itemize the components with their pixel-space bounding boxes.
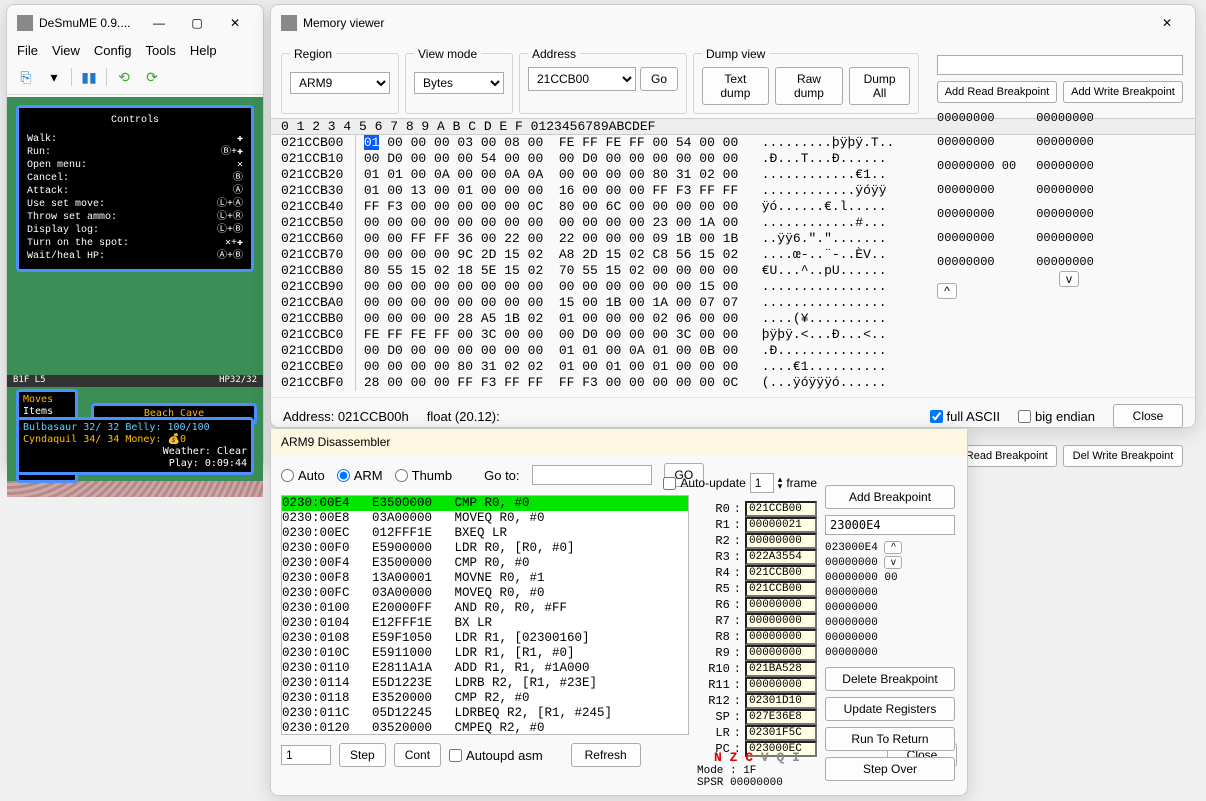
bp-search-input[interactable] <box>937 55 1183 75</box>
mode-arm-radio[interactable]: ARM <box>337 468 383 483</box>
step-count-input[interactable] <box>281 745 331 765</box>
pause-icon[interactable]: ▮▮ <box>78 66 100 88</box>
breakpoint-panel: Add Read Breakpoint Add Write Breakpoint… <box>937 55 1183 475</box>
game-status: Bulbasaur 32/ 32 Belly: 100/100 Cyndaqui… <box>16 417 254 475</box>
disasm-titlebar: ARM9 Disassembler <box>271 429 967 455</box>
emulator-titlebar: DeSmuME 0.9.... — ▢ ✕ <box>7 5 263 41</box>
status-address: Address: 021CCB00h <box>283 409 409 424</box>
dump-all-button[interactable]: Dump All <box>849 67 910 105</box>
region-select[interactable]: ARM9 <box>290 72 390 94</box>
frame-label: frame <box>786 476 817 490</box>
add-bp-button[interactable]: Add Breakpoint <box>825 485 955 509</box>
update-regs-button[interactable]: Update Registers <box>825 697 955 721</box>
mode-thumb-radio[interactable]: Thumb <box>395 468 452 483</box>
bp-up-button[interactable]: ^ <box>937 283 957 299</box>
status-play: Play: 0:09:44 <box>23 458 247 470</box>
viewmode-select[interactable]: Bytes <box>414 72 504 94</box>
frame-input[interactable] <box>750 473 774 493</box>
cpu-mode: Mode : 1F <box>697 765 817 777</box>
autoupd-checkbox[interactable]: Autoupd asm <box>449 748 543 763</box>
dropdown-icon[interactable]: ▾ <box>43 66 65 88</box>
bp-address-input[interactable] <box>825 515 955 535</box>
disasm-title: ARM9 Disassembler <box>281 435 957 449</box>
step-over-button[interactable]: Step Over <box>825 757 955 781</box>
autoupdate-checkbox[interactable]: Auto-update <box>663 476 745 490</box>
add-read-bp-button[interactable]: Add Read Breakpoint <box>937 81 1057 103</box>
cpu-flags: N Z C V Q I Mode : 1F SPSR 00000000 <box>697 746 817 789</box>
status-weather: Weather: Clear <box>23 446 247 458</box>
app-icon <box>281 15 297 31</box>
game-hud: B1F L5 HP32/32 <box>7 375 263 387</box>
status-p2: Cyndaquil 34/ 34 Money: 💰0 <box>23 434 247 446</box>
disasm-right-panel: Add Breakpoint 023000E4 ^00000000 v00000… <box>825 485 955 781</box>
disasm-listing[interactable]: 0230:00E4 E3500000 CMP R0, #00230:00E8 0… <box>281 495 689 735</box>
open-icon[interactable]: ⎘ <box>15 66 37 88</box>
menu-config[interactable]: Config <box>94 43 132 58</box>
disassembler-window: ARM9 Disassembler Auto ARM Thumb Go to: … <box>270 428 968 796</box>
region-label: Region <box>290 47 336 61</box>
menu-file[interactable]: File <box>17 43 38 58</box>
memory-viewer-window: Memory viewer ✕ Region ARM9 View mode By… <box>270 4 1196 428</box>
controls-panel: Controls Walk:✚Run:Ⓑ+✚Open menu:✕Cancel:… <box>16 105 254 272</box>
status-p1: Bulbasaur 32/ 32 Belly: 100/100 <box>23 422 247 434</box>
viewmode-label: View mode <box>414 47 481 61</box>
bp-down-button[interactable]: v <box>1059 271 1079 287</box>
emulator-menubar: File View Config Tools Help <box>7 41 263 64</box>
hud-right: HP32/32 <box>219 375 257 387</box>
dump-label: Dump view <box>702 47 769 61</box>
refresh-button[interactable]: Refresh <box>571 743 641 767</box>
emulator-window: DeSmuME 0.9.... — ▢ ✕ File View Config T… <box>6 4 264 468</box>
address-label: Address <box>528 47 580 61</box>
minimize-button[interactable]: — <box>141 11 177 35</box>
goto-input[interactable] <box>532 465 652 485</box>
toolbar-separator <box>106 68 107 86</box>
go-button[interactable]: Go <box>640 67 678 91</box>
controls-title: Controls <box>27 114 243 127</box>
registers-panel: R0 : R1 : R2 : R3 : R4 : R5 : R6 : R7 : … <box>700 501 817 757</box>
step-button[interactable]: Step <box>339 743 386 767</box>
hud-left: B1F L5 <box>13 375 46 387</box>
close-button[interactable]: ✕ <box>1149 11 1185 35</box>
delete-bp-button[interactable]: Delete Breakpoint <box>825 667 955 691</box>
cont-button[interactable]: Cont <box>394 743 441 767</box>
step-icon[interactable]: ⟳ <box>141 66 163 88</box>
maximize-button[interactable]: ▢ <box>179 11 215 35</box>
toolbar-separator <box>71 68 72 86</box>
add-write-bp-button[interactable]: Add Write Breakpoint <box>1063 81 1183 103</box>
game-screen: Controls Walk:✚Run:Ⓑ+✚Open menu:✕Cancel:… <box>7 97 263 481</box>
frame-down-icon[interactable]: ▾ <box>778 483 783 490</box>
emulator-title: DeSmuME 0.9.... <box>39 16 141 30</box>
emulator-toolbar: ⎘ ▾ ▮▮ ⟲ ⟳ <box>7 64 263 95</box>
run-return-button[interactable]: Run To Return <box>825 727 955 751</box>
memory-title: Memory viewer <box>303 16 1149 30</box>
cpu-spsr: SPSR 00000000 <box>697 777 817 789</box>
raw-dump-button[interactable]: Raw dump <box>775 67 843 105</box>
del-write-bp-button[interactable]: Del Write Breakpoint <box>1063 445 1183 467</box>
reset-icon[interactable]: ⟲ <box>113 66 135 88</box>
bp-list: 023000E4 ^00000000 v00000000 00000000000… <box>825 541 955 661</box>
close-button[interactable]: ✕ <box>217 11 253 35</box>
menu-help[interactable]: Help <box>190 43 217 58</box>
goto-label: Go to: <box>484 468 519 483</box>
menu-view[interactable]: View <box>52 43 80 58</box>
address-input[interactable]: 21CCB00 <box>528 67 636 91</box>
menu-tools[interactable]: Tools <box>145 43 175 58</box>
memory-titlebar: Memory viewer ✕ <box>271 5 1195 41</box>
status-float: float (20.12): <box>427 409 500 424</box>
app-icon <box>17 15 33 31</box>
mode-auto-radio[interactable]: Auto <box>281 468 325 483</box>
text-dump-button[interactable]: Text dump <box>702 67 769 105</box>
